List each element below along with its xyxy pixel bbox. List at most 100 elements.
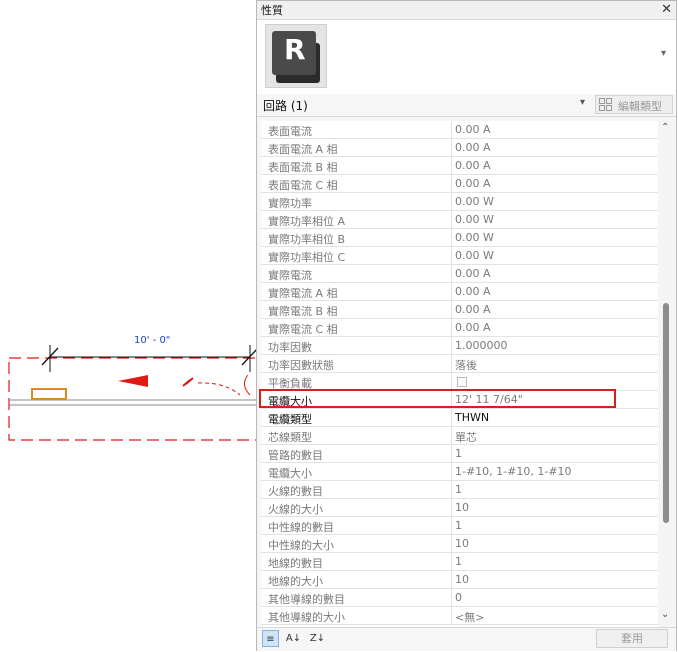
property-value: 1: [455, 555, 462, 568]
edit-type-button[interactable]: 編輯類型: [595, 95, 673, 114]
category-label: 回路 (1): [263, 99, 308, 113]
property-value: 0.00 A: [455, 267, 491, 280]
property-name: 地線的數目: [268, 557, 323, 570]
edit-type-label: 編輯類型: [618, 100, 662, 113]
property-name: 電纜大小: [268, 467, 312, 480]
property-name: 實際電流: [268, 269, 312, 282]
property-name: 中性線的數目: [268, 521, 334, 534]
property-row[interactable]: 功率因數 1.000000: [261, 337, 658, 355]
property-row[interactable]: 表面電流 A 相 0.00 A: [261, 139, 658, 157]
property-value: 0.00 W: [455, 249, 494, 262]
apply-button[interactable]: 套用: [596, 629, 668, 648]
chevron-up-icon[interactable]: ⌃: [661, 122, 669, 133]
property-row[interactable]: 芯線類型 單芯: [261, 427, 658, 445]
scrollbar-thumb[interactable]: [663, 303, 669, 523]
property-name: 其他導線的大小: [268, 611, 345, 624]
property-row[interactable]: 其他導線的數目 0: [261, 589, 658, 607]
property-name: 地線的大小: [268, 575, 323, 588]
property-value: 0.00 A: [455, 285, 491, 298]
property-row[interactable]: 實際功率相位 B 0.00 W: [261, 229, 658, 247]
property-value: 1-#10, 1-#10, 1-#10: [455, 465, 572, 478]
close-icon[interactable]: ✕: [661, 1, 672, 18]
property-value: 1.000000: [455, 339, 508, 352]
property-row[interactable]: 表面電流 C 相 0.00 A: [261, 175, 658, 193]
balanced-load-checkbox[interactable]: [457, 377, 467, 387]
property-row[interactable]: 實際功率 0.00 W: [261, 193, 658, 211]
property-row[interactable]: 其他導線的大小 <無>: [261, 607, 658, 625]
property-row[interactable]: 火線的大小 10: [261, 499, 658, 517]
property-row[interactable]: 地線的大小 10: [261, 571, 658, 589]
property-name: 其他導線的數目: [268, 593, 345, 606]
property-row[interactable]: 表面電流 B 相 0.00 A: [261, 157, 658, 175]
property-value: 落後: [455, 359, 477, 372]
property-name: 實際電流 C 相: [268, 323, 338, 336]
property-value: 10: [455, 501, 469, 514]
category-selector[interactable]: 回路 (1) ▾ 編輯類型: [257, 94, 676, 117]
highlight-box: [259, 389, 616, 408]
property-value: 0.00 W: [455, 213, 494, 226]
device-symbol: [31, 388, 67, 400]
property-row[interactable]: 中性線的大小 10: [261, 535, 658, 553]
dimension-label: 10' - 0": [134, 335, 171, 346]
chevron-down-icon[interactable]: ⌄: [661, 609, 669, 620]
sort-descending-icon[interactable]: Z↓: [309, 630, 326, 647]
drawing-canvas[interactable]: 10' - 0": [0, 0, 258, 652]
properties-scrollbar[interactable]: ⌃ ⌄: [659, 121, 673, 627]
edit-type-icon: [599, 98, 612, 111]
property-name: 實際功率: [268, 197, 312, 210]
property-row[interactable]: 地線的數目 1: [261, 553, 658, 571]
properties-list-icon[interactable]: ≡: [262, 630, 279, 647]
panel-titlebar[interactable]: 性質 ✕: [257, 1, 676, 19]
property-value: 0.00 W: [455, 231, 494, 244]
property-name: 電纜類型: [268, 413, 312, 426]
property-row[interactable]: 實際電流 B 相 0.00 A: [261, 301, 658, 319]
property-value: 0.00 A: [455, 141, 491, 154]
circuit-arc: [197, 382, 241, 396]
property-row[interactable]: 功率因數狀態 落後: [261, 355, 658, 373]
property-value: 0.00 A: [455, 303, 491, 316]
properties-table: 表面電流 0.00 A 表面電流 A 相 0.00 A 表面電流 B 相 0.0…: [261, 121, 658, 627]
property-value: <無>: [455, 611, 485, 624]
property-value: 0.00 A: [455, 159, 491, 172]
sort-ascending-icon[interactable]: A↓: [285, 630, 302, 647]
property-value: 0.00 A: [455, 177, 491, 190]
property-row[interactable]: 火線的數目 1: [261, 481, 658, 499]
property-row[interactable]: 實際功率相位 C 0.00 W: [261, 247, 658, 265]
property-row[interactable]: 實際電流 A 相 0.00 A: [261, 283, 658, 301]
property-row[interactable]: 中性線的數目 1: [261, 517, 658, 535]
chevron-down-icon[interactable]: ▾: [661, 48, 666, 59]
property-value: 0.00 A: [455, 321, 491, 334]
property-value: 10: [455, 573, 469, 586]
type-selector[interactable]: R ▾: [257, 19, 676, 95]
property-row[interactable]: 電纜大小 1-#10, 1-#10, 1-#10: [261, 463, 658, 481]
circuit-drawing: [8, 345, 258, 441]
property-name: 實際功率相位 B: [268, 233, 346, 246]
property-value: 0: [455, 591, 462, 604]
property-row[interactable]: 表面電流 0.00 A: [261, 121, 658, 139]
property-row[interactable]: 電纜類型 THWN: [261, 409, 658, 427]
property-value: 0.00 W: [455, 195, 494, 208]
property-name: 芯線類型: [268, 431, 312, 444]
chevron-down-icon[interactable]: ▾: [580, 97, 585, 108]
properties-panel: 性質 ✕ R ▾ 回路 (1) ▾ 編輯類型 表面電流 0.00 A 表面電流 …: [256, 0, 677, 651]
property-value: 1: [455, 447, 462, 460]
property-row[interactable]: 實際電流 0.00 A: [261, 265, 658, 283]
property-name: 功率因數狀態: [268, 359, 334, 372]
revit-logo-icon: R: [284, 33, 306, 66]
property-name: 表面電流 B 相: [268, 161, 338, 174]
circuit-arrow: [118, 375, 148, 387]
property-name: 中性線的大小: [268, 539, 334, 552]
property-row[interactable]: 實際功率相位 A 0.00 W: [261, 211, 658, 229]
property-value[interactable]: THWN: [455, 411, 489, 424]
property-value: 10: [455, 537, 469, 550]
panel-title: 性質: [261, 4, 283, 17]
property-name: 火線的數目: [268, 485, 323, 498]
property-name: 管路的數目: [268, 449, 323, 462]
property-name: 表面電流: [268, 125, 312, 138]
property-name: 表面電流 C 相: [268, 179, 338, 192]
property-row[interactable]: 實際電流 C 相 0.00 A: [261, 319, 658, 337]
property-name: 火線的大小: [268, 503, 323, 516]
home-run-lightning: [182, 377, 194, 387]
property-name: 功率因數: [268, 341, 312, 354]
property-row[interactable]: 管路的數目 1: [261, 445, 658, 463]
